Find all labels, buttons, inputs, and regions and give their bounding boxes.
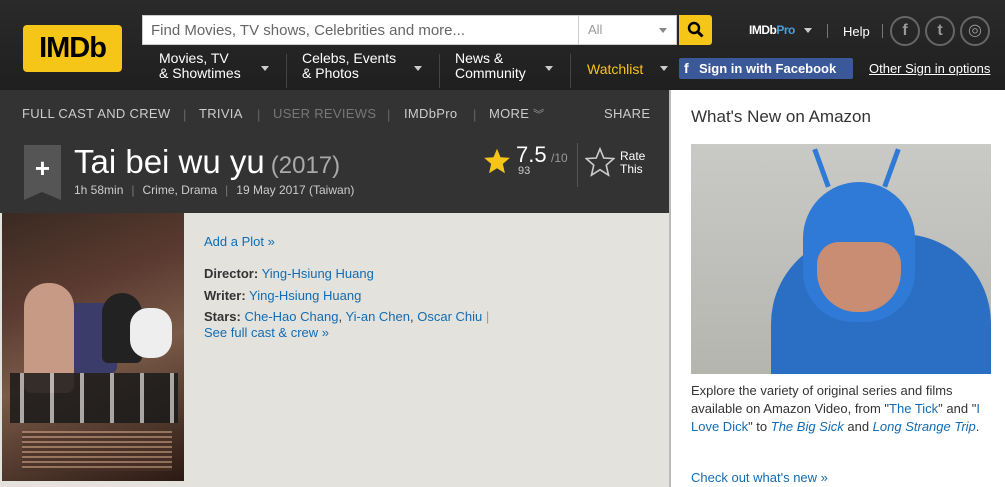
title-metadata: 1h 58min | Crime, Drama | 19 May 2017 (Taiwa… — [74, 183, 355, 197]
subnav-imdbpro[interactable]: IMDbPro — [404, 106, 457, 121]
writer-link[interactable]: Ying-Hsiung Huang — [249, 288, 361, 303]
full-cast-link[interactable]: See full cast & crew » — [204, 325, 329, 340]
star-link[interactable]: Che-Hao Chang — [244, 309, 338, 324]
promo-link-the-tick[interactable]: The Tick — [889, 401, 938, 416]
star-outline-icon[interactable] — [585, 147, 615, 177]
title-subnav: FULL CAST AND CREW | TRIVIA | USER REVIE… — [0, 90, 669, 136]
instagram-icon[interactable]: ◎ — [960, 16, 990, 46]
release-date-link[interactable]: 19 May 2017 (Taiwan) — [236, 183, 354, 197]
menu-label-line2: & Showtimes — [159, 65, 241, 81]
divider — [570, 54, 571, 88]
title-year-link[interactable]: (2017) — [271, 152, 340, 179]
divider — [439, 54, 440, 88]
add-to-watchlist-button[interactable]: + — [24, 145, 61, 200]
help-link[interactable]: Help — [843, 24, 870, 39]
writer-row: Writer: Ying-Hsiung Huang — [204, 288, 361, 303]
movie-poster[interactable] — [2, 213, 184, 481]
subnav-share[interactable]: SHARE — [604, 106, 650, 121]
separator: | — [473, 107, 477, 122]
writer-label: Writer: — [204, 288, 246, 303]
amazon-promo-image[interactable] — [691, 144, 991, 374]
rate-this-button[interactable]: Rate This — [620, 150, 645, 176]
director-row: Director: Ying-Hsiung Huang — [204, 266, 374, 281]
imdbpro-suffix: Pro — [776, 23, 795, 37]
separator: | — [183, 107, 187, 122]
sidebar-amazon-promo: What's New on Amazon Explore the variety… — [671, 90, 1005, 487]
facebook-signin-label: Sign in with Facebook — [699, 61, 837, 76]
search-input[interactable] — [142, 15, 578, 45]
subnav-more[interactable]: MORE ︾ — [489, 106, 544, 122]
add-plot-link[interactable]: Add a Plot » — [204, 234, 275, 249]
search-category-label: All — [588, 22, 603, 37]
rate-this-line2: This — [620, 162, 643, 176]
divider — [286, 54, 287, 88]
star-link[interactable]: Yi-an Chen — [345, 309, 410, 324]
divider — [577, 143, 578, 187]
top-navigation-bar: IMDb All IMDbPro Help f t ◎ Movies, TV &… — [0, 0, 1005, 90]
director-link[interactable]: Ying-Hsiung Huang — [262, 266, 374, 281]
chevron-down-icon — [261, 66, 269, 71]
rating-star-icon — [484, 148, 510, 174]
menu-label-line2: Community — [455, 65, 526, 81]
imdb-logo[interactable]: IMDb — [23, 25, 122, 72]
facebook-icon[interactable]: f — [890, 16, 920, 46]
page-title: Tai bei wu yu (2017) — [74, 143, 340, 181]
stars-label: Stars: — [204, 309, 241, 324]
rating-count-link[interactable]: 93 — [518, 165, 530, 177]
chevron-double-down-icon: ︾ — [533, 109, 545, 121]
other-signin-link[interactable]: Other Sign in options — [869, 61, 990, 76]
menu-label-line1: Movies, TV — [159, 50, 229, 66]
divider — [827, 24, 828, 38]
search-button[interactable] — [679, 15, 712, 45]
chevron-down-icon — [414, 66, 422, 71]
subnav-trivia[interactable]: TRIVIA — [199, 106, 243, 121]
menu-label-line2: & Photos — [302, 65, 359, 81]
promo-link-the-big-sick[interactable]: The Big Sick — [771, 419, 844, 434]
menu-news-community[interactable]: News & Community — [455, 50, 553, 81]
rating-out-of: /10 — [551, 151, 568, 165]
separator: | — [257, 107, 261, 122]
promo-link-long-strange-trip[interactable]: Long Strange Trip — [873, 419, 976, 434]
chevron-down-icon — [545, 66, 553, 71]
ribbon-notch — [24, 192, 61, 200]
subnav-more-label: MORE — [489, 106, 530, 121]
menu-label-line1: News & — [455, 50, 504, 66]
sidebar-title: What's New on Amazon — [691, 107, 871, 126]
watchlist-menu[interactable]: Watchlist — [587, 61, 643, 77]
search-icon — [687, 21, 704, 38]
genres-link[interactable]: Crime, Drama — [143, 183, 218, 197]
runtime: 1h 58min — [74, 183, 124, 197]
separator: | — [387, 107, 391, 122]
star-link[interactable]: Oscar Chiu — [417, 309, 482, 324]
search-category-select[interactable]: All — [578, 15, 677, 45]
divider — [882, 24, 883, 38]
check-out-whats-new-link[interactable]: Check out what's new » — [691, 470, 828, 485]
subnav-user-reviews: USER REVIEWS — [273, 106, 377, 121]
chevron-down-icon — [660, 66, 668, 71]
imdbpro-menu[interactable]: IMDbPro — [749, 23, 795, 37]
menu-movies-tv-showtimes[interactable]: Movies, TV & Showtimes — [159, 50, 269, 81]
imdbpro-prefix: IMDb — [749, 23, 777, 37]
main-content: Add a Plot » Director: Ying-Hsiung Huang… — [0, 213, 669, 487]
facebook-icon: f — [684, 60, 689, 76]
menu-label-line1: Celebs, Events — [302, 50, 397, 66]
menu-celebs-events-photos[interactable]: Celebs, Events & Photos — [302, 50, 422, 81]
chevron-down-icon — [804, 28, 812, 33]
director-label: Director: — [204, 266, 259, 281]
twitter-icon[interactable]: t — [925, 16, 955, 46]
title-overview: FULL CAST AND CREW | TRIVIA | USER REVIE… — [0, 90, 669, 213]
amazon-promo-text: Explore the variety of original series a… — [691, 383, 980, 434]
subnav-full-cast-crew[interactable]: FULL CAST AND CREW — [22, 106, 170, 121]
title-name: Tai bei wu yu — [74, 143, 265, 180]
facebook-signin-button[interactable]: f Sign in with Facebook — [679, 58, 853, 79]
chevron-down-icon — [659, 28, 667, 33]
stars-row: Stars: Che-Hao Chang, Yi-an Chen, Oscar … — [204, 309, 490, 324]
plus-icon: + — [34, 153, 51, 183]
separator: | — [485, 309, 490, 324]
